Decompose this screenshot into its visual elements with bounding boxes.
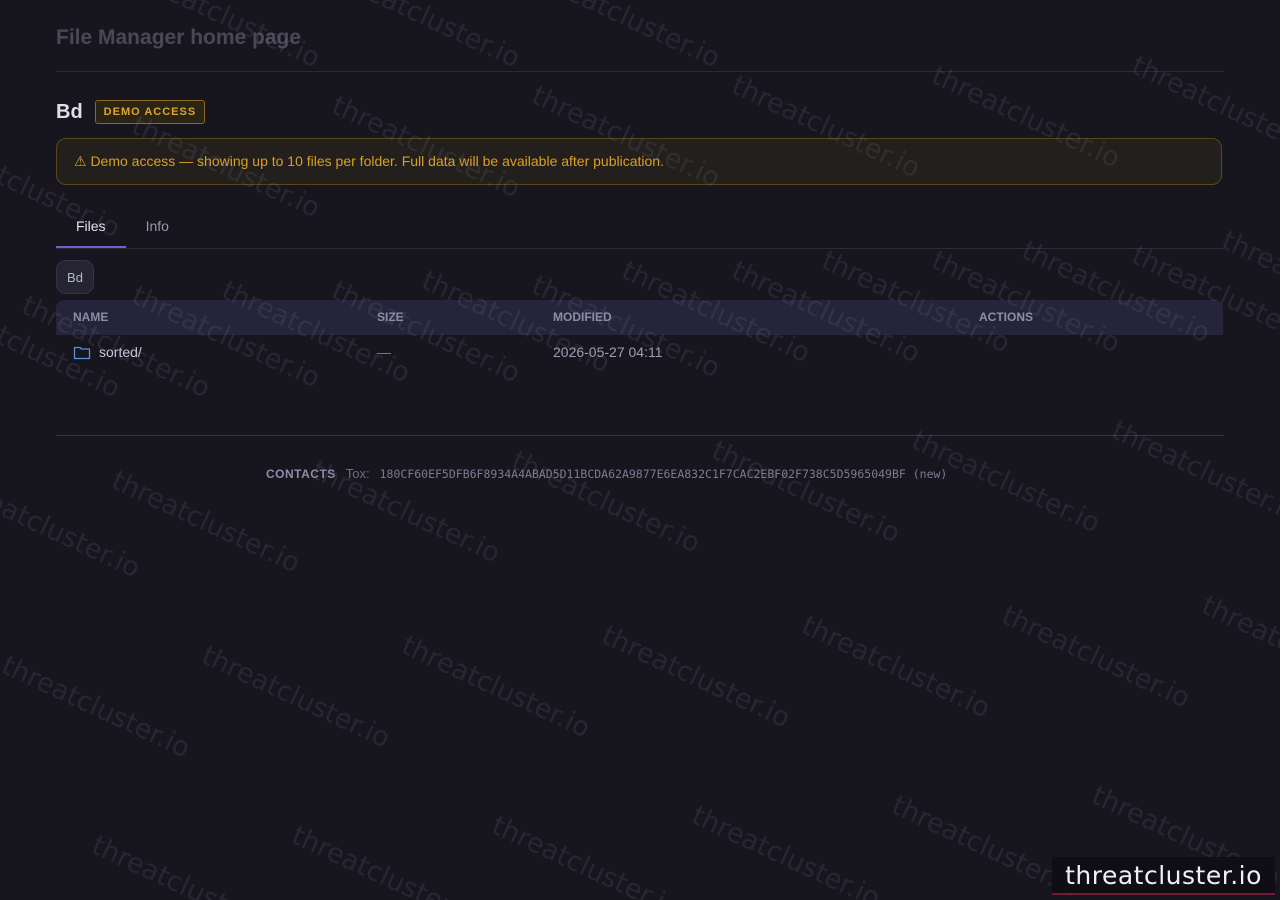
- tab-bar: Files Info: [56, 206, 1224, 249]
- watermark-text: threatcluster.io: [486, 810, 685, 900]
- demo-access-badge: DEMO ACCESS: [94, 100, 206, 124]
- watermark-text: threatcluster.io: [506, 445, 705, 560]
- file-name-cell[interactable]: sorted/: [73, 344, 142, 360]
- table-header: NAME SIZE MODIFIED ACTIONS: [56, 300, 1223, 335]
- watermark-text: threatcluster.io: [596, 620, 795, 735]
- folder-header: Bd DEMO ACCESS: [56, 100, 206, 124]
- breadcrumb-item-bd[interactable]: Bd: [56, 260, 94, 294]
- watermark-text: threatcluster.io: [906, 425, 1105, 540]
- watermark-text: threatcluster.io: [996, 600, 1195, 715]
- column-header-size[interactable]: SIZE: [377, 310, 404, 324]
- column-header-modified[interactable]: MODIFIED: [553, 310, 612, 324]
- tox-id[interactable]: 180CF60EF5DFB6F8934A4ABAD5D11BCDA62A9877…: [380, 467, 948, 481]
- contacts-label: CONTACTS: [266, 467, 336, 481]
- watermark-text: threatcluster.io: [0, 650, 195, 765]
- alert-text: ⚠ Demo access — showing up to 10 files p…: [74, 153, 664, 169]
- watermark-text: threatcluster.io: [526, 0, 725, 75]
- file-size: —: [377, 344, 391, 360]
- column-header-actions: ACTIONS: [979, 310, 1033, 324]
- contacts-type: Tox:: [345, 466, 370, 481]
- watermark-text: threatcluster.io: [686, 800, 885, 900]
- file-table: NAME SIZE MODIFIED ACTIONS sorted/ — 202…: [56, 300, 1223, 371]
- tab-info[interactable]: Info: [126, 206, 189, 246]
- folder-name: Bd: [56, 100, 83, 123]
- contacts: CONTACTS Tox: 180CF60EF5DFB6F8934A4ABAD5…: [266, 466, 947, 481]
- table-row[interactable]: sorted/ — 2026-05-27 04:11: [56, 335, 1223, 371]
- watermark-text: threatcluster.io: [106, 465, 305, 580]
- folder-icon: [73, 346, 91, 360]
- file-modified: 2026-05-27 04:11: [553, 344, 663, 360]
- watermark-text: threatcluster.io: [796, 610, 995, 725]
- watermark-text: threatcluster.io: [286, 820, 485, 900]
- watermark-layer: threatcluster.io threatcluster.io threatcl…: [0, 0, 1280, 900]
- watermark-text: threatcluster.io: [1216, 225, 1280, 340]
- watermark-text: threatcluster.io: [1106, 415, 1280, 530]
- tab-files[interactable]: Files: [56, 206, 126, 248]
- watermark-text: threatcluster.io: [396, 630, 595, 745]
- brand-logo: threatcluster.io: [1052, 857, 1275, 895]
- watermark-text: threatcluster.io: [0, 470, 145, 585]
- watermark-text: threatcluster.io: [1196, 590, 1280, 705]
- page: File Manager home page Bd DEMO ACCESS ⚠ …: [0, 0, 1280, 900]
- watermark-text: threatcluster.io: [86, 830, 285, 900]
- page-title: File Manager home page: [56, 26, 302, 49]
- column-header-name[interactable]: NAME: [73, 310, 108, 324]
- watermark-text: threatcluster.io: [706, 435, 905, 550]
- demo-access-alert: ⚠ Demo access — showing up to 10 files p…: [56, 138, 1222, 185]
- title-divider: [56, 71, 1224, 72]
- footer-divider: [56, 435, 1224, 436]
- watermark-text: threatcluster.io: [196, 640, 395, 755]
- file-name[interactable]: sorted/: [99, 344, 142, 360]
- watermark-text: threatcluster.io: [326, 0, 525, 75]
